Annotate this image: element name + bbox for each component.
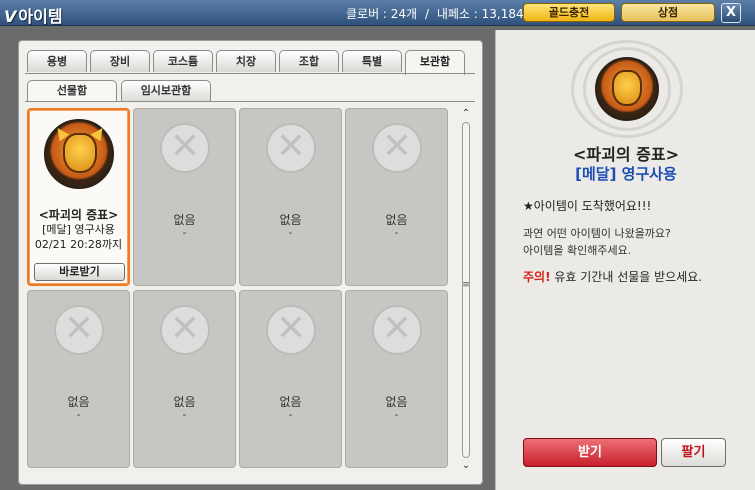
- check-message-line1: 과연 어떤 아이템이 나왔을까요?: [523, 227, 671, 240]
- item-detail-panel: <파괴의 증표> [메달] 영구사용 ★아이템이 도착했어요!!! 과연 어떤 …: [495, 30, 755, 490]
- separator: /: [424, 7, 429, 21]
- accept-button[interactable]: 받기: [523, 438, 657, 467]
- item-type: [메달] 영구사용: [42, 223, 115, 236]
- empty-slot[interactable]: ✕ 없음 -: [239, 108, 342, 286]
- medal-face: [612, 70, 642, 106]
- tab-combine[interactable]: 조합: [279, 50, 339, 72]
- app-logo: V 아이템: [4, 7, 63, 26]
- currency-info: 클로버 : 24개 / 내페소 : 13,184: [346, 5, 528, 22]
- grid-scrollbar[interactable]: ⌃ ≡ ⌄: [459, 108, 473, 472]
- empty-slot[interactable]: ✕ 없음 -: [345, 290, 448, 468]
- empty-dash: -: [182, 408, 187, 421]
- scroll-thumb[interactable]: ≡: [461, 280, 471, 290]
- tab-special[interactable]: 특별: [342, 50, 402, 72]
- tab-costume[interactable]: 코스튬: [153, 50, 213, 72]
- empty-dash: -: [76, 408, 81, 421]
- empty-dash: -: [288, 226, 293, 239]
- empty-dash: -: [394, 408, 399, 421]
- receive-now-button[interactable]: 바로받기: [34, 263, 125, 281]
- clover-count: 클로버 : 24개: [346, 7, 418, 21]
- arrived-message: ★아이템이 도착했어요!!!: [523, 199, 652, 213]
- destruction-medal-icon: [595, 57, 659, 121]
- shop-button[interactable]: 상점: [621, 3, 715, 22]
- empty-dash: -: [182, 226, 187, 239]
- title-bar: V 아이템 클로버 : 24개 / 내페소 : 13,184 골드충전 상점 X: [0, 0, 755, 26]
- scroll-down-icon[interactable]: ⌄: [459, 460, 473, 472]
- storage-panel: 용병 장비 코스튬 치장 조합 특별 보관함 선물함 임시보관함 <파괴의 증표…: [18, 40, 483, 485]
- tab-mercenary[interactable]: 용병: [27, 50, 87, 72]
- subtab-gift-box[interactable]: 선물함: [27, 80, 117, 101]
- empty-x-icon: ✕: [372, 305, 422, 355]
- warning-text: 유효 기간내 선물을 받으세요.: [550, 270, 703, 284]
- medal-face: [63, 133, 97, 173]
- empty-dash: -: [288, 408, 293, 421]
- close-icon[interactable]: X: [721, 3, 741, 23]
- empty-x-icon: ✕: [266, 305, 316, 355]
- empty-x-icon: ✕: [160, 123, 210, 173]
- empty-x-icon: ✕: [266, 123, 316, 173]
- item-slot-selected[interactable]: <파괴의 증표> [메달] 영구사용 02/21 20:28까지 바로받기: [27, 108, 130, 286]
- empty-slot[interactable]: ✕ 없음 -: [27, 290, 130, 468]
- check-message: 과연 어떤 아이템이 나왔을까요? 아이템을 확인해주세요.: [523, 225, 743, 259]
- main-tabs: 용병 장비 코스튬 치장 조합 특별 보관함: [27, 50, 465, 75]
- item-grid: <파괴의 증표> [메달] 영구사용 02/21 20:28까지 바로받기 ✕ …: [27, 108, 449, 472]
- empty-slot[interactable]: ✕ 없음 -: [133, 290, 236, 468]
- scroll-up-icon[interactable]: ⌃: [459, 108, 473, 120]
- item-expiry: 02/21 20:28까지: [34, 238, 123, 251]
- empty-x-icon: ✕: [160, 305, 210, 355]
- tab-decoration[interactable]: 치장: [216, 50, 276, 72]
- destruction-medal-icon: [44, 119, 114, 189]
- peso-count: 내페소 : 13,184: [436, 7, 524, 21]
- detail-item-type: [메달] 영구사용: [575, 165, 677, 183]
- detail-item-name: <파괴의 증표>: [573, 145, 679, 164]
- empty-slot[interactable]: ✕ 없음 -: [133, 108, 236, 286]
- subtab-divider: [25, 101, 475, 102]
- empty-x-icon: ✕: [54, 305, 104, 355]
- sell-button[interactable]: 팔기: [661, 438, 726, 467]
- sub-tabs: 선물함 임시보관함: [27, 80, 211, 101]
- empty-x-icon: ✕: [372, 123, 422, 173]
- warning-prefix: 주의!: [523, 270, 551, 284]
- scroll-track[interactable]: [462, 122, 470, 458]
- empty-slot[interactable]: ✕ 없음 -: [345, 108, 448, 286]
- tab-equipment[interactable]: 장비: [90, 50, 150, 72]
- warning-message: 주의! 유효 기간내 선물을 받으세요.: [523, 268, 702, 285]
- empty-slot[interactable]: ✕ 없음 -: [239, 290, 342, 468]
- empty-dash: -: [394, 226, 399, 239]
- gold-charge-button[interactable]: 골드충전: [523, 3, 615, 22]
- check-message-line2: 아이템을 확인해주세요.: [523, 244, 632, 257]
- subtab-temp-storage[interactable]: 임시보관함: [121, 80, 211, 101]
- tab-storage[interactable]: 보관함: [405, 50, 465, 75]
- app-title: 아이템: [18, 7, 63, 26]
- tab-divider: [25, 73, 475, 74]
